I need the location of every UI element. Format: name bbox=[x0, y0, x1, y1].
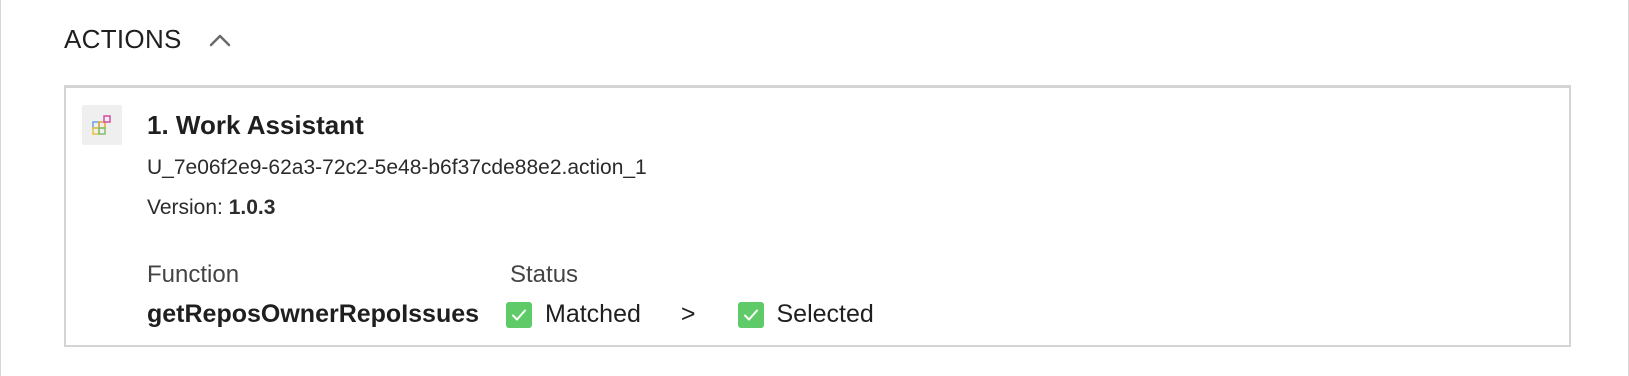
action-title: 1. Work Assistant bbox=[147, 110, 364, 140]
section-title: ACTIONS bbox=[64, 24, 182, 54]
function-name: getReposOwnerRepoIssues bbox=[147, 300, 480, 328]
status-row: Matched > Selected bbox=[506, 300, 874, 329]
actions-panel: ACTIONS 1. Work Assistant U_7e06f2e9-62a… bbox=[0, 0, 1629, 376]
version-label: Version: bbox=[147, 196, 223, 219]
status-column-label: Status bbox=[510, 261, 579, 288]
app-icon bbox=[82, 105, 122, 145]
matched-check-icon bbox=[506, 301, 532, 328]
action-id: U_7e06f2e9-62a3-72c2-5e48-b6f37cde88e2.a… bbox=[147, 156, 647, 179]
status-separator: > bbox=[680, 300, 696, 328]
function-column-label: Function bbox=[147, 261, 240, 288]
status-selected: Selected bbox=[776, 300, 874, 328]
chevron-up-icon[interactable] bbox=[208, 28, 232, 52]
actions-section-header[interactable]: ACTIONS bbox=[64, 24, 232, 55]
version-value: 1.0.3 bbox=[228, 196, 276, 219]
action-card: 1. Work Assistant U_7e06f2e9-62a3-72c2-5… bbox=[64, 85, 1571, 347]
selected-check-icon bbox=[737, 301, 764, 328]
action-version: Version: 1.0.3 bbox=[147, 196, 275, 220]
status-matched: Matched bbox=[545, 300, 641, 328]
